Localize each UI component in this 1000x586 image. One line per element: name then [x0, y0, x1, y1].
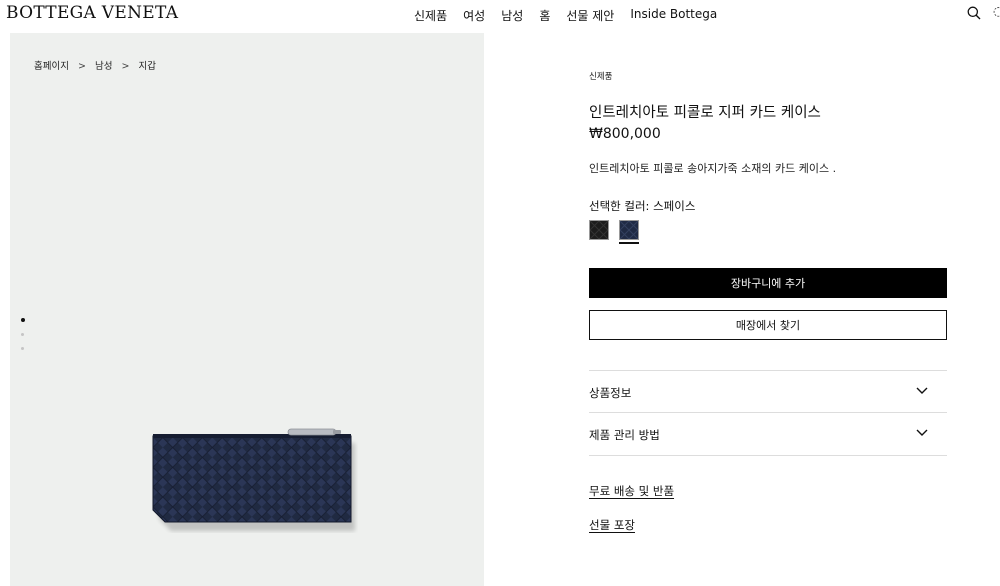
swatch-weave-texture	[619, 220, 639, 240]
gallery-dot[interactable]	[21, 347, 24, 350]
gift-wrapping-link[interactable]: 선물 포장	[589, 517, 635, 533]
card-case-image	[152, 428, 355, 531]
chevron-down-icon	[916, 387, 928, 394]
color-swatch-space[interactable]	[619, 220, 639, 244]
header: BOTTEGA VENETA 신제품 여성 남성 홈 선물 제안 Inside …	[0, 0, 1000, 32]
product-description: 인트레치아토 피콜로 송아지가죽 소재의 카드 케이스 .	[589, 162, 837, 175]
gallery-pagination	[21, 318, 25, 361]
product-title: 인트레치아토 피콜로 지퍼 카드 케이스	[589, 105, 821, 121]
nav-item-new[interactable]: 신제품	[414, 7, 447, 24]
color-swatch-black[interactable]	[589, 220, 609, 240]
gallery-dot[interactable]	[21, 333, 24, 336]
product-price: ₩800,000	[589, 126, 661, 142]
accordion-label: 제품 관리 방법	[589, 428, 660, 442]
chevron-down-icon	[916, 429, 928, 436]
breadcrumb-separator: >	[121, 61, 130, 72]
nav-item-inside-bottega[interactable]: Inside Bottega	[630, 7, 717, 24]
nav-item-gifts[interactable]: 선물 제안	[566, 7, 614, 24]
product-image	[143, 398, 358, 537]
nav-item-women[interactable]: 여성	[463, 7, 485, 24]
breadcrumb-home[interactable]: 홈페이지	[34, 61, 69, 72]
divider	[589, 455, 947, 456]
find-in-store-button[interactable]: 매장에서 찾기	[589, 310, 947, 340]
product-image-panel: 홈페이지 > 남성 > 지갑	[10, 33, 484, 586]
breadcrumb-separator: >	[78, 61, 86, 72]
breadcrumb-wallets: 지갑	[138, 61, 156, 72]
accordion-product-info[interactable]: 상품정보	[589, 371, 947, 413]
main-nav: 신제품 여성 남성 홈 선물 제안 Inside Bottega	[414, 7, 733, 24]
accordion-label: 상품정보	[589, 386, 632, 400]
brand-logo[interactable]: BOTTEGA VENETA	[6, 3, 178, 23]
add-to-cart-button[interactable]: 장바구니에 추가	[589, 268, 947, 298]
swatch-weave-texture	[589, 220, 609, 240]
selected-color-label: 선택한 컬러: 스페이스	[589, 199, 696, 213]
nav-item-home[interactable]: 홈	[539, 7, 550, 24]
breadcrumb: 홈페이지 > 남성 > 지갑	[34, 58, 162, 72]
accordion-care-instructions[interactable]: 제품 관리 방법	[589, 413, 947, 455]
free-shipping-returns-link[interactable]: 무료 배송 및 반품	[589, 483, 674, 499]
search-icon[interactable]	[967, 6, 981, 20]
new-badge: 신제품	[589, 72, 613, 82]
gallery-dot-active[interactable]	[21, 318, 25, 322]
account-icon[interactable]: ◌	[993, 4, 1000, 18]
breadcrumb-men[interactable]: 남성	[95, 61, 112, 72]
nav-item-men[interactable]: 남성	[501, 7, 523, 24]
